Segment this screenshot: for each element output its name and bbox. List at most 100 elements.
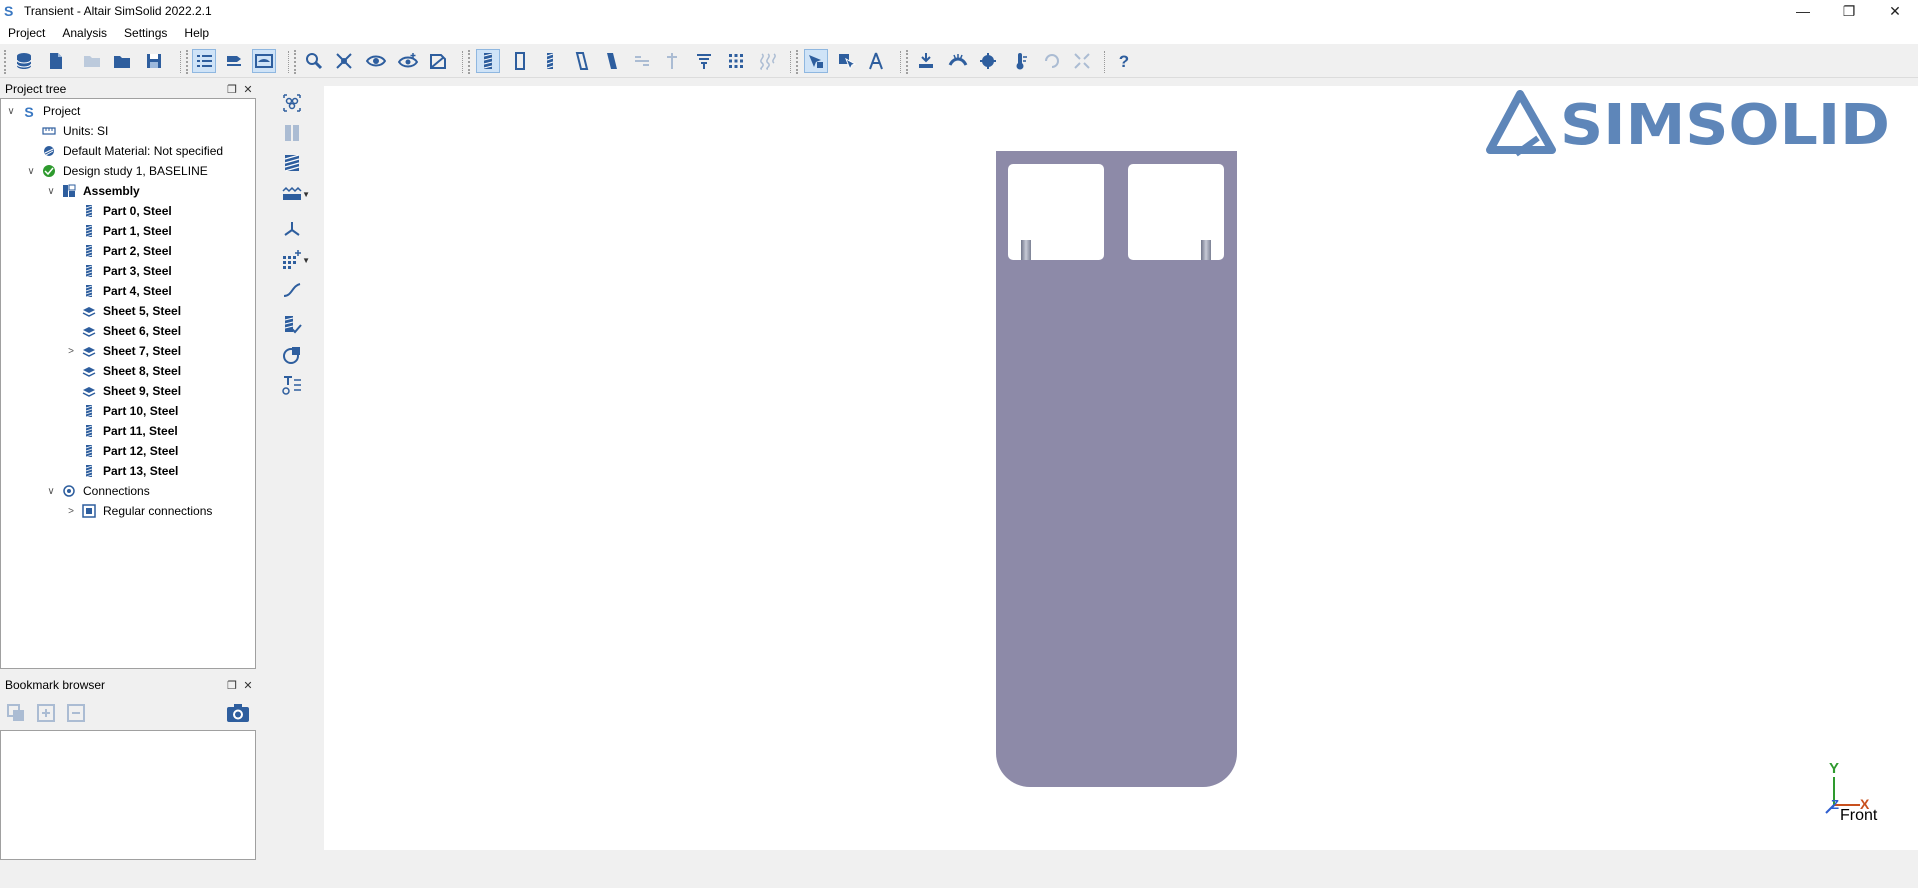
collapse-arrow-icon[interactable]: ∨ xyxy=(45,486,57,497)
camera-icon[interactable] xyxy=(226,702,250,724)
tree-item[interactable]: Sheet 8, Steel xyxy=(65,361,181,381)
float-panel-icon[interactable]: ❐ xyxy=(224,83,240,96)
weld-icon[interactable] xyxy=(692,49,716,73)
show-hide-icon[interactable] xyxy=(364,49,388,73)
select-parts-icon[interactable] xyxy=(804,49,828,73)
bookmark-toggle-icon[interactable] xyxy=(222,49,246,73)
close-panel-icon[interactable]: ✕ xyxy=(240,83,256,96)
menu-help[interactable]: Help xyxy=(176,26,218,40)
tree-item[interactable]: Sheet 6, Steel xyxy=(65,321,181,341)
model-pin-left[interactable] xyxy=(1021,240,1031,260)
tree-item-label: Sheet 8, Steel xyxy=(103,364,182,378)
measure-icon[interactable] xyxy=(864,49,888,73)
new-project-icon[interactable] xyxy=(44,49,68,73)
remove-bookmark-icon[interactable] xyxy=(66,703,86,723)
tree-item[interactable]: ∨ Connections xyxy=(45,481,149,501)
tree-item[interactable]: Default Material: Not specified xyxy=(25,141,223,161)
check-parts-icon[interactable] xyxy=(276,312,308,338)
menu-settings[interactable]: Settings xyxy=(116,26,176,40)
part-filter-slanted-icon[interactable] xyxy=(570,49,594,73)
bonded-connections-disabled-icon[interactable] xyxy=(276,120,308,146)
tree-item[interactable]: Sheet 9, Steel xyxy=(65,381,181,401)
database-icon[interactable] xyxy=(12,49,36,73)
save-icon[interactable] xyxy=(142,49,166,73)
connector-disabled-icon[interactable] xyxy=(630,49,654,73)
tree-item[interactable]: Part 12, Steel xyxy=(65,441,178,461)
mesh-settings-icon[interactable]: ▼ xyxy=(276,180,310,206)
tree-item[interactable]: Part 13, Steel xyxy=(65,461,178,481)
float-panel-icon[interactable]: ❐ xyxy=(224,679,240,692)
copy-bookmark-icon[interactable] xyxy=(6,703,26,723)
show-all-icon[interactable] xyxy=(396,49,420,73)
bookmark-list[interactable] xyxy=(0,730,256,860)
sheet-part-filter-icon[interactable] xyxy=(508,49,532,73)
help-icon[interactable]: ? xyxy=(1112,49,1136,73)
tree-item[interactable]: Part 0, Steel xyxy=(65,201,172,221)
load-icon[interactable] xyxy=(914,49,938,73)
tree-item[interactable]: Units: SI xyxy=(25,121,108,141)
striped-part-icon[interactable] xyxy=(276,150,308,176)
results-panel-toggle-icon[interactable] xyxy=(252,49,276,73)
grid-icon[interactable] xyxy=(724,49,748,73)
tree-item[interactable]: ∨ Assembly xyxy=(45,181,139,201)
project-tree: ∨ S Project Units: SI Default Material: Not … xyxy=(0,98,256,669)
model-pin-right[interactable] xyxy=(1201,240,1211,260)
properties-icon[interactable] xyxy=(276,372,308,398)
collapse-arrow-icon[interactable]: ∨ xyxy=(45,186,57,197)
collapse-arrow-icon[interactable]: ∨ xyxy=(25,166,37,177)
add-bookmark-icon[interactable] xyxy=(36,703,56,723)
tree-item[interactable]: ∨ S Project xyxy=(5,101,80,121)
close-icon[interactable]: ✕ xyxy=(1872,0,1918,22)
tree-item-label: Sheet 5, Steel xyxy=(103,304,182,318)
select-faces-icon[interactable] xyxy=(834,49,858,73)
toolbar-grip[interactable] xyxy=(906,50,909,74)
tree-item-label: Part 10, Steel xyxy=(103,404,179,418)
constraint-disabled-icon[interactable] xyxy=(1070,49,1094,73)
tree-item[interactable]: Part 4, Steel xyxy=(65,281,172,301)
expand-arrow-icon[interactable]: > xyxy=(65,346,77,357)
menu-project[interactable]: Project xyxy=(0,26,54,40)
springs-disabled-icon[interactable] xyxy=(756,49,780,73)
curve-icon[interactable] xyxy=(276,276,308,302)
open-project-icon[interactable] xyxy=(110,49,134,73)
section-view-icon[interactable] xyxy=(426,49,450,73)
gravity-icon[interactable] xyxy=(976,49,1000,73)
part-filter-striped-icon[interactable] xyxy=(538,49,562,73)
minimize-icon[interactable]: — xyxy=(1780,0,1826,22)
menu-analysis[interactable]: Analysis xyxy=(54,26,116,40)
contacts-icon[interactable] xyxy=(276,90,308,116)
tree-item[interactable]: Part 3, Steel xyxy=(65,261,172,281)
solid-part-filter-icon[interactable] xyxy=(476,49,500,73)
rotation-disabled-icon[interactable] xyxy=(1040,49,1064,73)
tree-item[interactable]: > Regular connections xyxy=(65,501,212,521)
expand-arrow-icon[interactable]: > xyxy=(65,506,77,517)
connections-icon xyxy=(61,483,77,499)
rotate-copy-icon[interactable] xyxy=(276,342,308,368)
collapse-arrow-icon[interactable]: ∨ xyxy=(5,106,17,117)
tree-item[interactable]: Part 10, Steel xyxy=(65,401,178,421)
project-tree-toggle-icon[interactable] xyxy=(192,49,216,73)
open-folder-disabled-icon[interactable] xyxy=(80,49,104,73)
toolbar-grip[interactable] xyxy=(4,50,7,74)
tree-item[interactable]: ∨ Design study 1, BASELINE xyxy=(25,161,207,181)
toolbar-grip[interactable] xyxy=(294,50,297,74)
tree-item[interactable]: > Sheet 7, Steel xyxy=(65,341,181,361)
restore-icon[interactable]: ❐ xyxy=(1826,0,1872,22)
tree-item[interactable]: Part 2, Steel xyxy=(65,241,172,261)
tree-item[interactable]: Part 11, Steel xyxy=(65,421,178,441)
tree-item[interactable]: Part 1, Steel xyxy=(65,221,172,241)
explode-view-icon[interactable] xyxy=(332,49,356,73)
toolbar-grip[interactable] xyxy=(186,50,189,74)
pressure-icon[interactable] xyxy=(946,49,970,73)
tree-item-label: Part 13, Steel xyxy=(103,464,179,478)
zoom-fit-icon[interactable] xyxy=(302,49,326,73)
toolbar-grip[interactable] xyxy=(796,50,799,74)
part-filter-half-icon[interactable] xyxy=(600,49,624,73)
toolbar-grip[interactable] xyxy=(468,50,471,74)
point-grid-icon[interactable]: ▼ xyxy=(276,246,310,272)
thermal-load-icon[interactable] xyxy=(1008,49,1032,73)
bolt-disabled-icon[interactable] xyxy=(660,49,684,73)
close-panel-icon[interactable]: ✕ xyxy=(240,679,256,692)
coordinate-system-icon[interactable] xyxy=(276,216,308,242)
tree-item[interactable]: Sheet 5, Steel xyxy=(65,301,181,321)
